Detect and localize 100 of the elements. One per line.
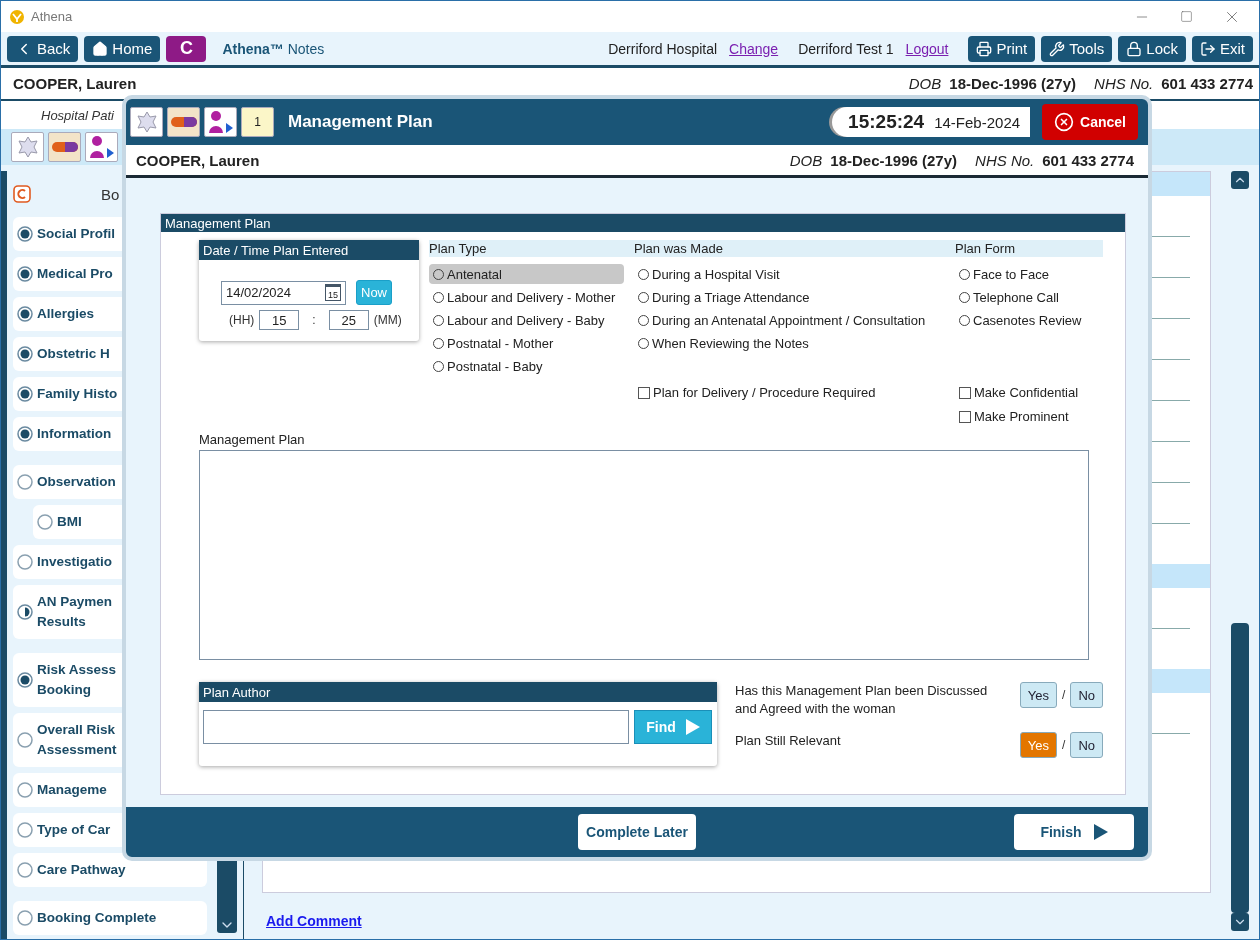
- radio-option[interactable]: During a Hospital Visit: [634, 264, 945, 284]
- section-header: Management Plan: [161, 214, 1125, 232]
- answer-button[interactable]: No: [1070, 682, 1103, 708]
- sidebar-item-label: Results: [37, 614, 86, 629]
- person-arrow-icon: [87, 134, 116, 160]
- dob-label: DOB: [789, 151, 823, 169]
- clock-time: 15:25:24: [848, 111, 925, 133]
- dialog-title: Management Plan: [288, 112, 433, 132]
- capsule-icon: [169, 116, 198, 128]
- sidebar-item-label: Allergies: [37, 306, 95, 321]
- flower-icon: [15, 135, 40, 159]
- lock-button[interactable]: Lock: [1118, 35, 1186, 62]
- person-tile[interactable]: [204, 107, 237, 137]
- radio-option[interactable]: During an Antenatal Appointment / Consultation: [634, 310, 945, 330]
- dob-value: 18-Dec-1996 (27y): [830, 151, 958, 169]
- sidebar-title: Bo: [101, 185, 120, 203]
- notepad-count: 1: [254, 115, 261, 129]
- sidebar-item-label: Manageme: [37, 782, 107, 797]
- answer-separator: /: [1062, 688, 1066, 702]
- print-button[interactable]: Print: [968, 35, 1036, 62]
- subheader-text: Hospital Pati: [41, 107, 114, 123]
- capsule-icon: [50, 141, 79, 153]
- sidebar-item-label: Risk Assess: [37, 662, 117, 677]
- nhs-label: NHS No.: [1094, 75, 1154, 92]
- nhs-number: 601 433 2774: [1042, 151, 1134, 169]
- module-button[interactable]: C: [166, 35, 207, 62]
- sidebar-item[interactable]: Booking Complete: [13, 901, 207, 935]
- flower-tile[interactable]: [11, 132, 44, 162]
- patient-name: COOPER, Lauren: [136, 151, 260, 169]
- window-title: Athena: [31, 9, 73, 24]
- add-comment-link[interactable]: Add Comment: [266, 913, 1211, 929]
- close-circle-icon: [1054, 112, 1075, 132]
- answer-separator: /: [1062, 738, 1066, 752]
- notepad-tile[interactable]: 1: [241, 107, 274, 137]
- sidebar-item-label: Family Histo: [37, 386, 118, 401]
- column-header: Plan Type: [429, 240, 634, 257]
- radio-option[interactable]: When Reviewing the Notes: [634, 333, 945, 353]
- sidebar-item-label: Observation: [37, 474, 116, 489]
- c-logo-icon: [13, 185, 31, 203]
- author-input[interactable]: [203, 710, 629, 744]
- sidebar-item-label: Information: [37, 426, 112, 441]
- printer-icon: [976, 40, 993, 57]
- sidebar-item-label: Care Pathway: [37, 862, 126, 877]
- tools-button[interactable]: Tools: [1041, 35, 1113, 62]
- calendar-day[interactable]: 15: [325, 284, 341, 301]
- checkbox-option[interactable]: Plan for Delivery / Procedure Required: [638, 385, 955, 400]
- exit-button[interactable]: Exit: [1192, 35, 1253, 62]
- sidebar-item-label: Booking: [37, 682, 91, 697]
- clock-date: 14-Feb-2024: [934, 113, 1021, 131]
- card-header: Date / Time Plan Entered: [199, 240, 419, 260]
- radio-option[interactable]: Antenatal: [429, 264, 624, 284]
- question-text: Has this Management Plan been Discussed and Agreed with the woman: [735, 682, 989, 718]
- radio-option[interactable]: Labour and Delivery - Baby: [429, 310, 624, 330]
- hours-field[interactable]: 15: [259, 310, 300, 330]
- answer-button[interactable]: No: [1070, 732, 1103, 758]
- radio-option[interactable]: Postnatal - Mother: [429, 333, 624, 353]
- person-tile[interactable]: [85, 132, 118, 162]
- sidebar-item[interactable]: Care Pathway: [13, 853, 207, 887]
- column-header: Plan Form: [955, 240, 1103, 257]
- sidebar-item-label: Medical Pro: [37, 266, 113, 281]
- capsule-tile[interactable]: [48, 132, 81, 162]
- question-text: Plan Still Relevant: [735, 732, 842, 750]
- card-header: Plan Author: [199, 682, 717, 702]
- exit-icon: [1200, 40, 1216, 57]
- checkbox-option[interactable]: Make Prominent: [959, 409, 1103, 424]
- sidebar-item-label: Assessment: [37, 742, 117, 757]
- radio-option[interactable]: During a Triage Attendance: [634, 287, 945, 307]
- capsule-tile[interactable]: [167, 107, 200, 137]
- maximize-icon[interactable]: [1180, 10, 1193, 23]
- minutes-field[interactable]: 25: [328, 310, 369, 330]
- dob-label: DOB: [908, 75, 942, 92]
- scroll-down-button[interactable]: [1231, 913, 1249, 931]
- sidebar-item-label: AN Paymen: [37, 594, 113, 609]
- answer-button[interactable]: Yes: [1019, 682, 1058, 708]
- sidebar-item-label: Booking Complete: [37, 910, 157, 925]
- radio-option[interactable]: Labour and Delivery - Mother: [429, 287, 624, 307]
- flower-tile[interactable]: [130, 107, 163, 137]
- complete-later-button[interactable]: Complete Later: [578, 814, 696, 850]
- flower-icon: [134, 110, 159, 134]
- time-separator: :: [312, 313, 316, 327]
- back-button[interactable]: Back: [7, 35, 79, 62]
- sidebar-item-label: Social Profil: [37, 226, 116, 241]
- radio-option[interactable]: Face to Face: [955, 264, 1093, 284]
- play-icon: [685, 719, 700, 735]
- change-link[interactable]: Change: [729, 40, 779, 57]
- person-arrow-icon: [206, 109, 235, 135]
- nhs-label: NHS No.: [975, 151, 1035, 169]
- radio-option[interactable]: Telephone Call: [955, 287, 1093, 307]
- checkbox-option[interactable]: Make Confidential: [959, 385, 1103, 400]
- patient-name: COOPER, Lauren: [13, 75, 137, 92]
- finish-button[interactable]: Finish: [1014, 814, 1134, 850]
- home-button[interactable]: Home: [84, 35, 161, 62]
- radio-option[interactable]: Casenotes Review: [955, 310, 1093, 330]
- date-field[interactable]: 14/02/2024 15: [221, 280, 346, 305]
- radio-option[interactable]: Postnatal - Baby: [429, 356, 624, 376]
- wrench-icon: [1049, 40, 1066, 57]
- logout-link[interactable]: Logout: [905, 40, 949, 57]
- scroll-thumb[interactable]: [1231, 623, 1249, 913]
- cancel-button[interactable]: Cancel: [1042, 104, 1138, 140]
- scroll-up-button[interactable]: [1231, 171, 1249, 189]
